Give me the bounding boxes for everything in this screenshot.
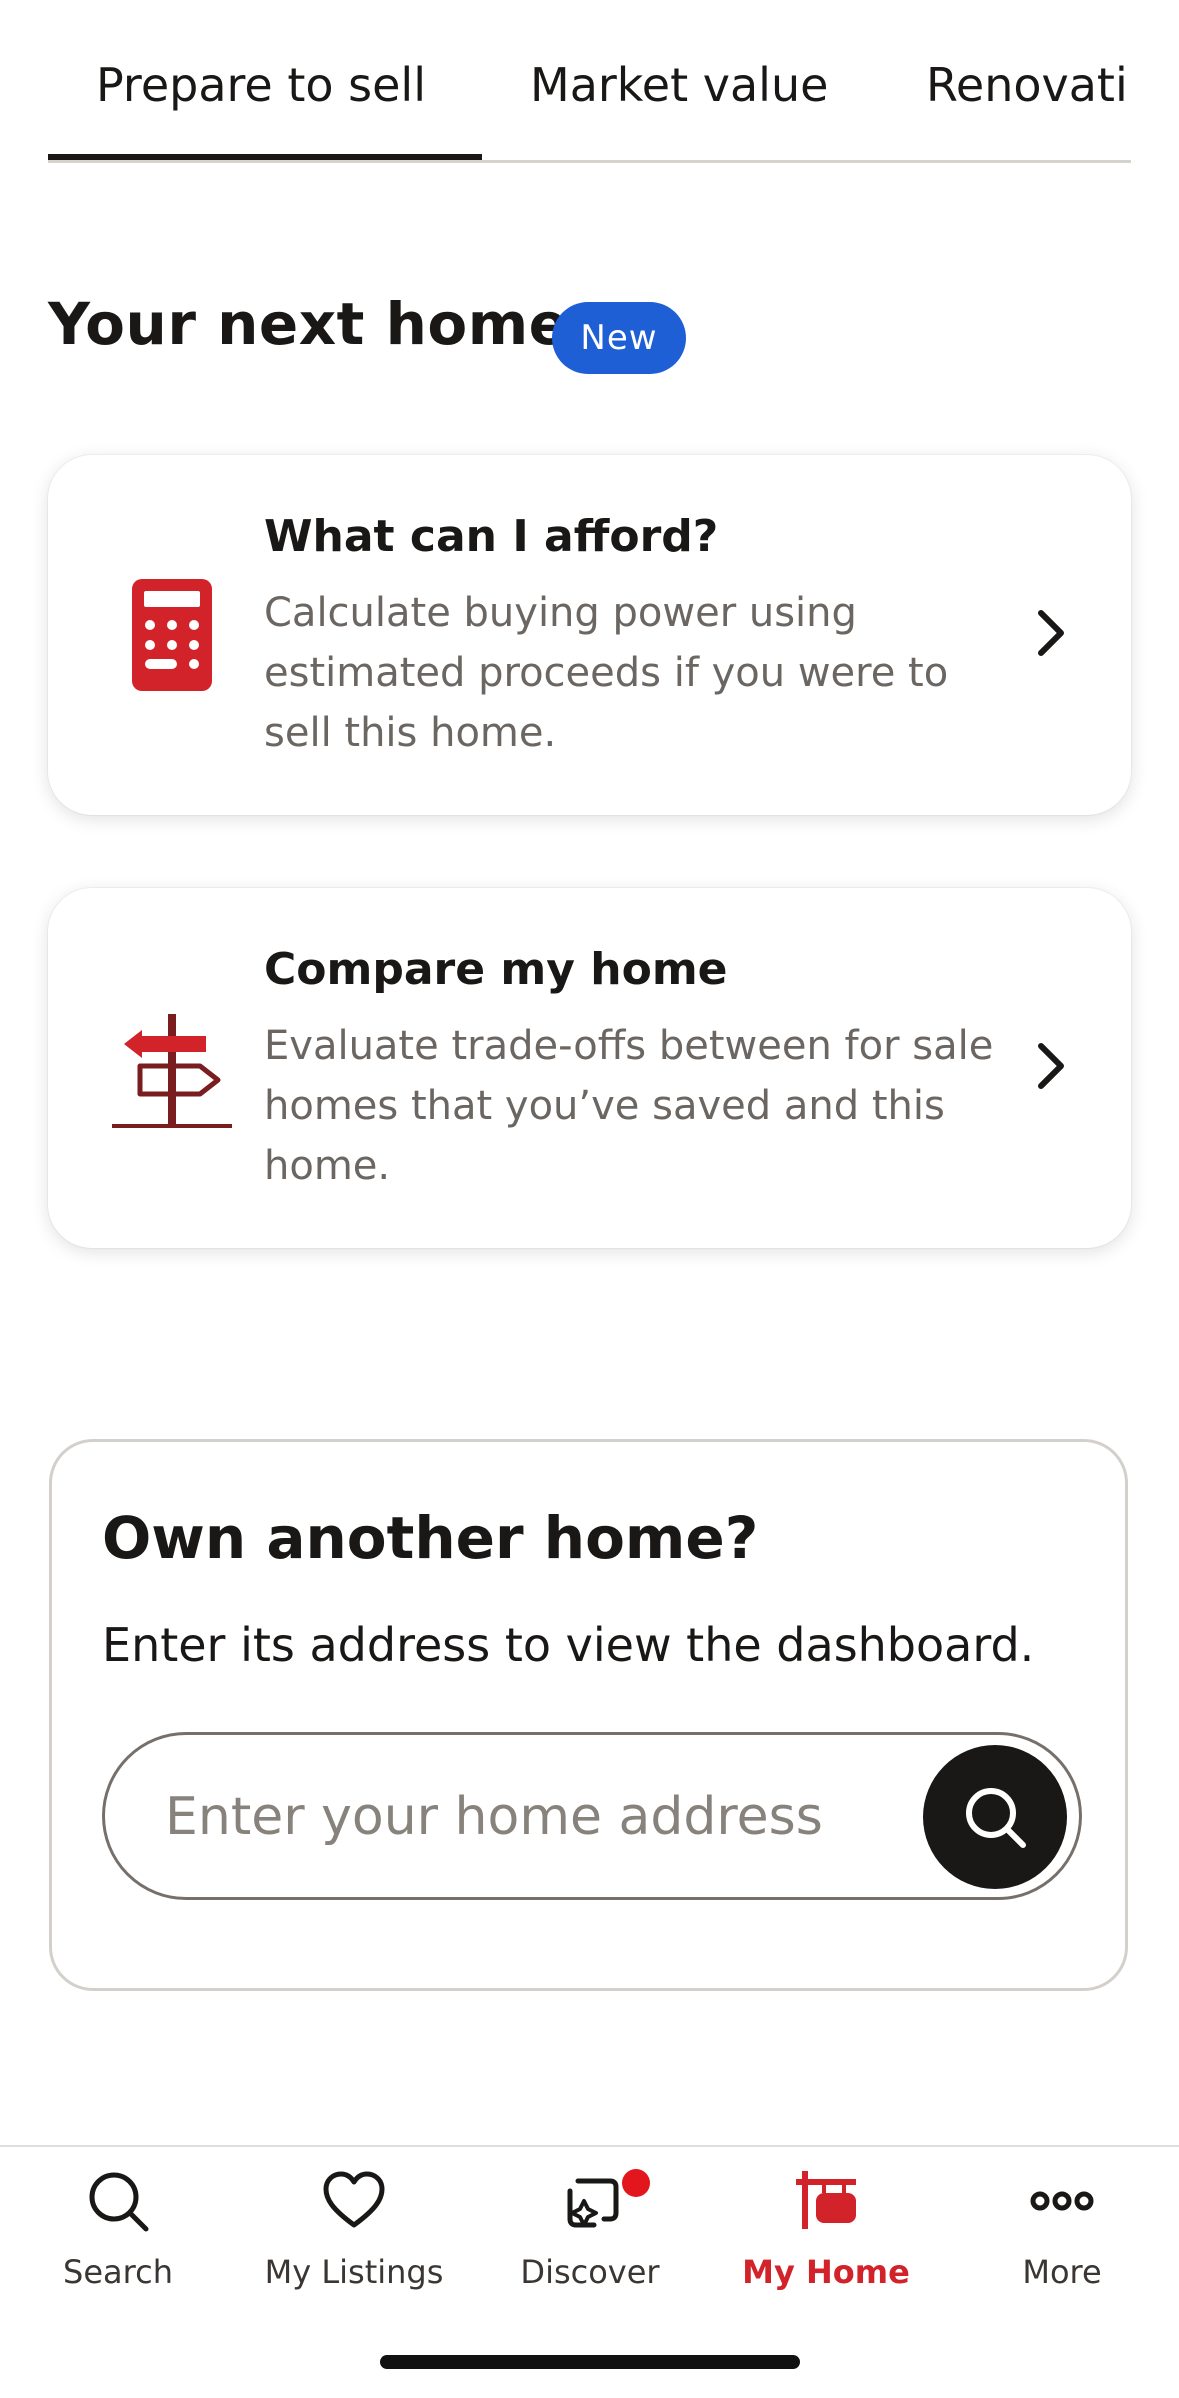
tab-renovations[interactable]: Renovati <box>926 58 1128 112</box>
panel-description: Enter its address to view the dashboard. <box>102 1618 1035 1672</box>
tab-bar: Prepare to sell Market value Renovati <box>48 0 1131 163</box>
calculator-icon <box>110 575 234 699</box>
nav-more[interactable]: More <box>944 2147 1179 2297</box>
discover-icon <box>558 2169 622 2233</box>
address-input[interactable] <box>163 1735 907 1899</box>
active-tab-indicator <box>48 154 482 160</box>
search-icon <box>86 2169 150 2233</box>
home-sign-icon <box>794 2169 858 2233</box>
nav-label: Search <box>63 2253 173 2291</box>
own-another-home-panel: Own another home? Enter its address to v… <box>49 1439 1128 1991</box>
nav-label: More <box>1022 2253 1102 2291</box>
notification-dot <box>622 2169 650 2197</box>
address-search-button[interactable] <box>923 1745 1067 1889</box>
chevron-right-icon <box>1033 1038 1069 1094</box>
new-badge: New <box>552 302 686 374</box>
signpost-icon <box>110 1008 234 1132</box>
nav-label: My Home <box>742 2253 910 2291</box>
nav-label: My Listings <box>264 2253 444 2291</box>
card-description: Calculate buying power using estimated p… <box>264 590 949 756</box>
card-title: Compare my home <box>264 944 728 995</box>
tab-market-value[interactable]: Market value <box>530 58 828 112</box>
home-indicator <box>380 2355 800 2369</box>
compare-card[interactable]: Compare my home Evaluate trade-offs betw… <box>48 888 1131 1248</box>
afford-card[interactable]: What can I afford? Calculate buying powe… <box>48 455 1131 815</box>
chevron-right-icon <box>1033 605 1069 661</box>
nav-search[interactable]: Search <box>0 2147 236 2297</box>
nav-label: Discover <box>520 2253 660 2291</box>
more-icon <box>1030 2169 1094 2233</box>
tab-prepare-to-sell[interactable]: Prepare to sell <box>96 58 426 112</box>
search-icon <box>966 1788 1026 1848</box>
nav-my-home[interactable]: My Home <box>708 2147 944 2297</box>
card-title: What can I afford? <box>264 511 719 562</box>
address-search-field <box>102 1732 1082 1900</box>
nav-my-listings[interactable]: My Listings <box>236 2147 472 2297</box>
panel-title: Own another home? <box>102 1504 759 1572</box>
section-title: Your next home <box>48 290 569 358</box>
heart-icon <box>322 2169 386 2233</box>
card-description: Evaluate trade-offs between for sale hom… <box>264 1023 994 1189</box>
nav-discover[interactable]: Discover <box>472 2147 708 2297</box>
